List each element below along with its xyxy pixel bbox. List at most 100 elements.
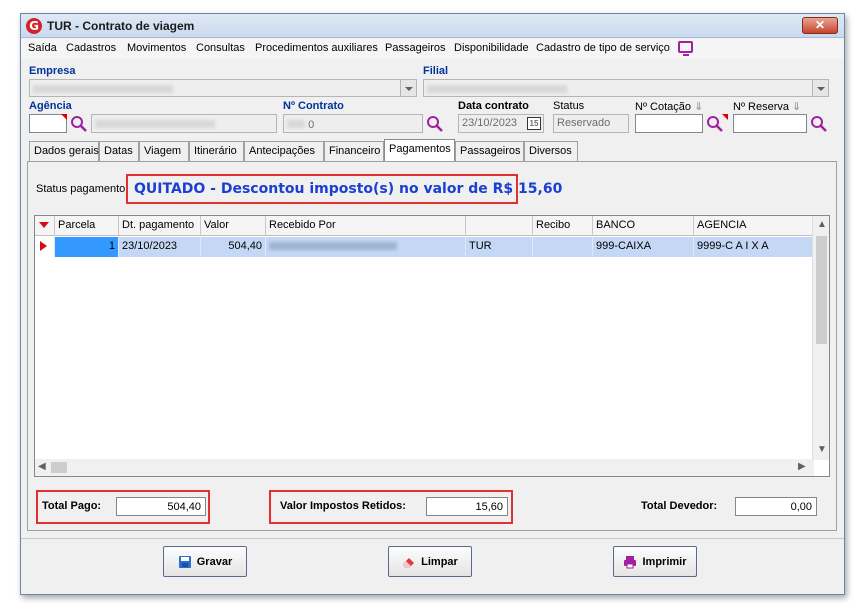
tab-pagamentos[interactable]: Pagamentos [384,139,455,162]
eraser-icon [403,557,415,568]
contrato-label: Nº Contrato [283,100,344,112]
total-devedor-label: Total Devedor: [641,500,718,512]
recebido-por-redacted [269,242,397,250]
cell-recibo[interactable] [533,237,593,257]
search-icon[interactable] [70,115,88,133]
cell-dt-pagamento[interactable]: 23/10/2023 [119,237,201,257]
menu-disponibilidade[interactable]: Disponibilidade [454,42,529,54]
reserva-input[interactable] [733,114,807,133]
cell-valor[interactable]: 504,40 [201,237,266,257]
menu-passageiros[interactable]: Passageiros [385,42,446,54]
row-indicator [35,237,55,257]
search-icon[interactable] [426,115,444,133]
empresa-label: Empresa [29,65,76,77]
cell-recebido-por[interactable] [266,237,466,257]
scroll-down-icon[interactable]: ▼ [817,444,827,455]
empresa-combo[interactable] [29,79,417,97]
cell-tipo[interactable]: TUR [466,237,533,257]
tab-financeiro[interactable]: Financeiro [324,141,384,161]
chevron-down-icon[interactable] [400,80,416,96]
required-marker [61,114,67,120]
scroll-right-icon[interactable]: ▶ [798,461,806,472]
col-dt-pagamento[interactable]: Dt. pagamento [119,216,201,236]
close-button[interactable]: ✕ [802,17,838,34]
tab-diversos[interactable]: Diversos [524,141,578,161]
gravar-button[interactable]: Gravar [163,546,247,577]
chevron-down-icon[interactable] [812,80,828,96]
cotacao-input[interactable] [635,114,703,133]
horizontal-scrollbar[interactable]: ◀ ▶ [35,459,814,476]
menu-movimentos[interactable]: Movimentos [127,42,186,54]
status-label: Status [553,100,585,112]
horizontal-scroll-thumb[interactable] [51,462,67,473]
sort-down-icon [39,222,49,228]
menu-consultas[interactable]: Consultas [196,42,245,54]
status-pagamento-value: QUITADO - Descontou imposto(s) no valor … [126,174,562,204]
col-valor[interactable]: Valor [201,216,266,236]
col-recebido-por[interactable]: Recebido Por [266,216,466,236]
col-recibo[interactable]: Recibo [533,216,593,236]
calendar-icon[interactable]: 15 [527,117,541,130]
filial-value-redacted [427,85,567,93]
tab-antecipacoes[interactable]: Antecipações [244,141,324,161]
pagamentos-grid[interactable]: Parcela Dt. pagamento Valor Recebido Por… [34,215,830,477]
current-row-icon [40,241,47,251]
vertical-scroll-thumb[interactable] [816,236,827,344]
tab-dados-gerais[interactable]: Dados gerais [29,141,99,161]
menu-saida[interactable]: Saída [28,42,57,54]
cell-parcela[interactable]: 1 [55,237,119,257]
reserva-label: Nº Reserva ⇓ [733,100,801,113]
menu-cadastros[interactable]: Cadastros [66,42,116,54]
search-icon[interactable] [810,115,828,133]
total-devedor-field[interactable]: 0,00 [735,497,817,516]
scroll-left-icon[interactable]: ◀ [38,461,46,472]
col-banco[interactable]: BANCO [593,216,694,236]
filial-label: Filial [423,65,449,77]
cotacao-label: Nº Cotação ⇓ [635,100,703,113]
menu-bar: Saída Cadastros Movimentos Consultas Pro… [21,39,844,59]
pagamentos-panel: Status pagamento: QUITADO - Descontou im… [27,161,837,531]
printer-icon [624,555,637,568]
impostos-field[interactable]: 15,60 [426,497,508,516]
monitor-icon[interactable] [678,41,693,56]
tab-datas[interactable]: Datas [99,141,139,161]
data-contrato-label: Data contrato [458,100,529,112]
tab-viagem[interactable]: Viagem [139,141,189,161]
col-tipo[interactable] [466,216,533,236]
row-indicator-header[interactable] [35,216,55,236]
gravar-label: Gravar [196,555,233,568]
vertical-scrollbar[interactable]: ▲ ▼ [812,216,829,460]
main-window: G TUR - Contrato de viagem ✕ Saída Cadas… [20,13,845,595]
reserva-label-text: Nº Reserva [733,101,789,113]
contrato-value: 0 [308,119,315,131]
total-pago-field[interactable]: 504,40 [116,497,206,516]
menu-cadastro-tipo-servico[interactable]: Cadastro de tipo de serviço [536,42,670,54]
title-bar: G TUR - Contrato de viagem ✕ [21,14,844,38]
sort-icon: ⇓ [792,101,802,113]
empresa-value-redacted [33,85,173,93]
data-contrato-input[interactable]: 23/10/2023 15 [458,114,544,133]
table-row[interactable]: 1 23/10/2023 504,40 TUR 999-CAIXA 9999-C… [35,237,814,257]
app-logo-icon: G [26,18,42,34]
menu-procedimentos-auxiliares[interactable]: Procedimentos auxiliares [255,42,378,54]
cell-agencia[interactable]: 9999-C A I X A [694,237,814,257]
tab-itinerario[interactable]: Itinerário [189,141,244,161]
data-contrato-value: 23/10/2023 [462,117,518,129]
contrato-prefix-redacted [287,120,305,128]
scroll-up-icon[interactable]: ▲ [817,219,827,230]
imprimir-button[interactable]: Imprimir [613,546,697,577]
contrato-input[interactable]: 0 [283,114,423,133]
limpar-label: Limpar [421,555,458,568]
total-pago-label: Total Pago: [42,500,102,512]
required-marker [722,114,728,120]
tab-passageiros[interactable]: Passageiros [455,141,524,161]
cell-banco[interactable]: 999-CAIXA [593,237,694,257]
col-parcela[interactable]: Parcela [55,216,119,236]
cotacao-label-text: Nº Cotação [635,101,691,113]
limpar-button[interactable]: Limpar [388,546,472,577]
agencia-label: Agência [29,100,72,112]
col-agencia[interactable]: AGENCIA [694,216,814,236]
filial-combo[interactable] [423,79,829,97]
imprimir-label: Imprimir [642,555,687,568]
agencia-name-redacted [95,120,215,128]
